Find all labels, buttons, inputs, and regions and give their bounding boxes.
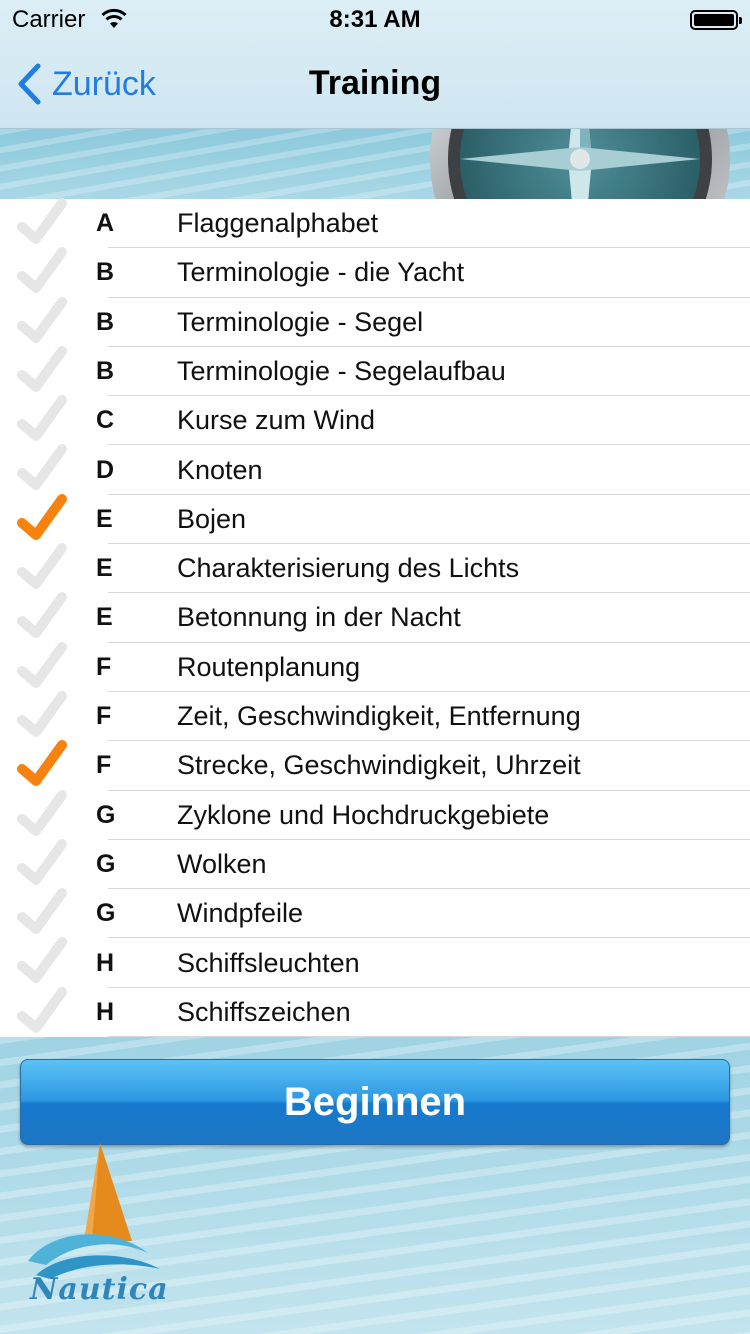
item-letter: H: [96, 948, 115, 977]
item-letter: G: [96, 849, 116, 878]
list-item[interactable]: A Flaggenalphabet: [0, 197, 750, 249]
list-item[interactable]: E Charakterisierung des Lichts: [0, 542, 750, 594]
item-label: Bojen: [177, 503, 247, 534]
checkmark-icon[interactable]: [16, 887, 68, 937]
item-letter: B: [96, 258, 115, 287]
checkmark-icon[interactable]: [16, 394, 68, 444]
checkmark-icon[interactable]: [16, 789, 68, 839]
item-label: Zyklone und Hochdruckgebiete: [177, 799, 550, 830]
item-label: Windpfeile: [177, 898, 304, 929]
list-item[interactable]: H Schiffsleuchten: [0, 936, 750, 988]
item-letter: B: [96, 307, 115, 336]
item-letter: G: [96, 899, 116, 928]
item-label: Knoten: [177, 454, 263, 485]
item-label: Strecke, Geschwindigkeit, Uhrzeit: [177, 750, 581, 781]
logo-text: Nautica: [30, 1272, 169, 1307]
item-label: Charakterisierung des Lichts: [177, 553, 520, 584]
list-item[interactable]: H Schiffszeichen: [0, 986, 750, 1037]
item-letter: B: [96, 357, 115, 386]
item-label: Terminologie - die Yacht: [177, 257, 465, 288]
item-letter: F: [96, 702, 112, 731]
item-letter: E: [96, 603, 113, 632]
header-banner: [0, 129, 750, 199]
checkmark-icon[interactable]: [16, 986, 68, 1036]
item-label: Zeit, Geschwindigkeit, Entfernung: [177, 701, 581, 732]
list-item[interactable]: B Terminologie - die Yacht: [0, 246, 750, 298]
item-letter: H: [96, 997, 115, 1026]
checkmark-icon[interactable]: [16, 345, 68, 395]
list-item[interactable]: E Betonnung in der Nacht: [0, 591, 750, 643]
checkmark-icon[interactable]: [16, 591, 68, 641]
sailboat-logo-icon: [28, 1143, 160, 1279]
item-letter: A: [96, 209, 115, 238]
item-letter: D: [96, 455, 115, 484]
battery-icon: [690, 10, 742, 30]
list-item[interactable]: E Bojen: [0, 493, 750, 545]
page-title: Training: [308, 64, 442, 102]
checkmark-icon[interactable]: [16, 443, 68, 493]
list-item[interactable]: G Wolken: [0, 838, 750, 890]
item-letter: E: [96, 554, 113, 583]
item-label: Schiffszeichen: [177, 996, 351, 1027]
list-item[interactable]: F Zeit, Geschwindigkeit, Entfernung: [0, 690, 750, 742]
clock: 8:31 AM: [329, 6, 421, 33]
status-bar: Carrier 8:31 AM: [0, 0, 750, 40]
list-item[interactable]: B Terminologie - Segelaufbau: [0, 345, 750, 397]
item-letter: G: [96, 800, 116, 829]
checkmark-icon[interactable]: [16, 296, 68, 346]
checkmark-icon[interactable]: [16, 246, 68, 296]
item-letter: F: [96, 652, 112, 681]
compass-icon: [430, 129, 730, 199]
item-label: Terminologie - Segelaufbau: [177, 356, 506, 387]
item-letter: E: [96, 504, 113, 533]
list-item[interactable]: F Routenplanung: [0, 641, 750, 692]
list-item[interactable]: F Strecke, Geschwindigkeit, Uhrzeit: [0, 739, 750, 791]
list-item[interactable]: G Zyklone und Hochdruckgebiete: [0, 789, 750, 840]
item-label: Betonnung in der Nacht: [177, 602, 461, 633]
checkmark-icon[interactable]: [16, 739, 68, 789]
list-item[interactable]: C Kurse zum Wind: [0, 394, 750, 446]
topic-list: A Flaggenalphabet B Terminologie - die Yach…: [0, 197, 750, 1037]
item-label: Terminologie - Segel: [177, 306, 424, 337]
checkmark-icon[interactable]: [16, 641, 68, 691]
start-button[interactable]: Beginnen: [20, 1059, 730, 1145]
list-item[interactable]: G Windpfeile: [0, 887, 750, 939]
item-label: Flaggenalphabet: [177, 208, 379, 239]
checkmark-icon[interactable]: [16, 838, 68, 888]
item-label: Schiffsleuchten: [177, 947, 360, 978]
navigation-bar: Carrier 8:31 AM Zurück Training: [0, 0, 750, 129]
bottom-panel: Beginnen Nautica: [0, 1037, 750, 1334]
checkmark-icon[interactable]: [16, 542, 68, 592]
checkmark-icon[interactable]: [16, 493, 68, 543]
item-label: Routenplanung: [177, 651, 361, 682]
checkmark-icon[interactable]: [16, 197, 68, 247]
item-label: Kurse zum Wind: [177, 405, 376, 436]
item-label: Wolken: [177, 848, 267, 879]
item-letter: F: [96, 751, 112, 780]
checkmark-icon[interactable]: [16, 690, 68, 740]
list-item[interactable]: D Knoten: [0, 443, 750, 495]
item-letter: C: [96, 406, 115, 435]
list-item[interactable]: B Terminologie - Segel: [0, 296, 750, 347]
checkmark-icon[interactable]: [16, 936, 68, 986]
